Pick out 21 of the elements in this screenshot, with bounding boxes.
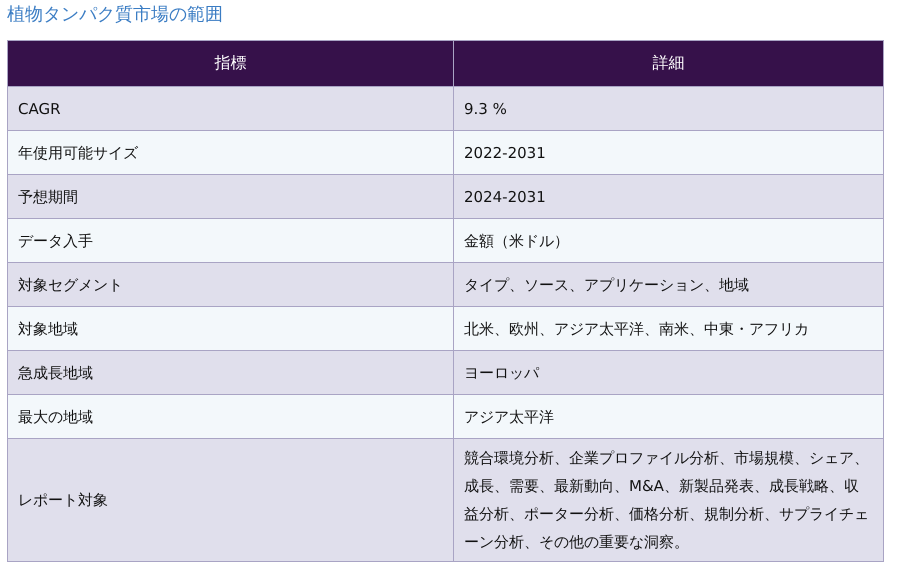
table-cell: データ入手	[8, 218, 454, 262]
section-title: 植物タンパク質市場の範囲	[7, 3, 224, 27]
table-cell: 競合環境分析、企業プロファイル分析、市場規模、シェア、成長、需要、最新動向、M&A、新製品発表、成長戦略、収益分析、ポーター分析、価格分析、規制分析、サプライチェーン分析、その他の重要な洞察。	[454, 438, 884, 562]
table-cell: 年使用可能サイズ	[8, 130, 454, 174]
table-cell: 急成長地域	[8, 350, 454, 394]
table-cell: 9.3 %	[454, 86, 884, 130]
table-cell: 北米、欧州、アジア太平洋、南米、中東・アフリカ	[454, 306, 884, 350]
table-cell: 対象地域	[8, 306, 454, 350]
table-cell: 2022-2031	[454, 130, 884, 174]
table-cell: アジア太平洋	[454, 394, 884, 438]
table-cell: ヨーロッパ	[454, 350, 884, 394]
column-header: 指標	[8, 40, 454, 86]
table-cell: レポート対象	[8, 438, 454, 562]
table-cell: 対象セグメント	[8, 262, 454, 306]
table-cell: CAGR	[8, 86, 454, 130]
table-cell: 最大の地域	[8, 394, 454, 438]
table-cell: 2024-2031	[454, 174, 884, 218]
table-cell: 予想期間	[8, 174, 454, 218]
column-header: 詳細	[454, 40, 884, 86]
table-cell: タイプ、ソース、アプリケーション、地域	[454, 262, 884, 306]
table-cell: 金額（米ドル）	[454, 218, 884, 262]
